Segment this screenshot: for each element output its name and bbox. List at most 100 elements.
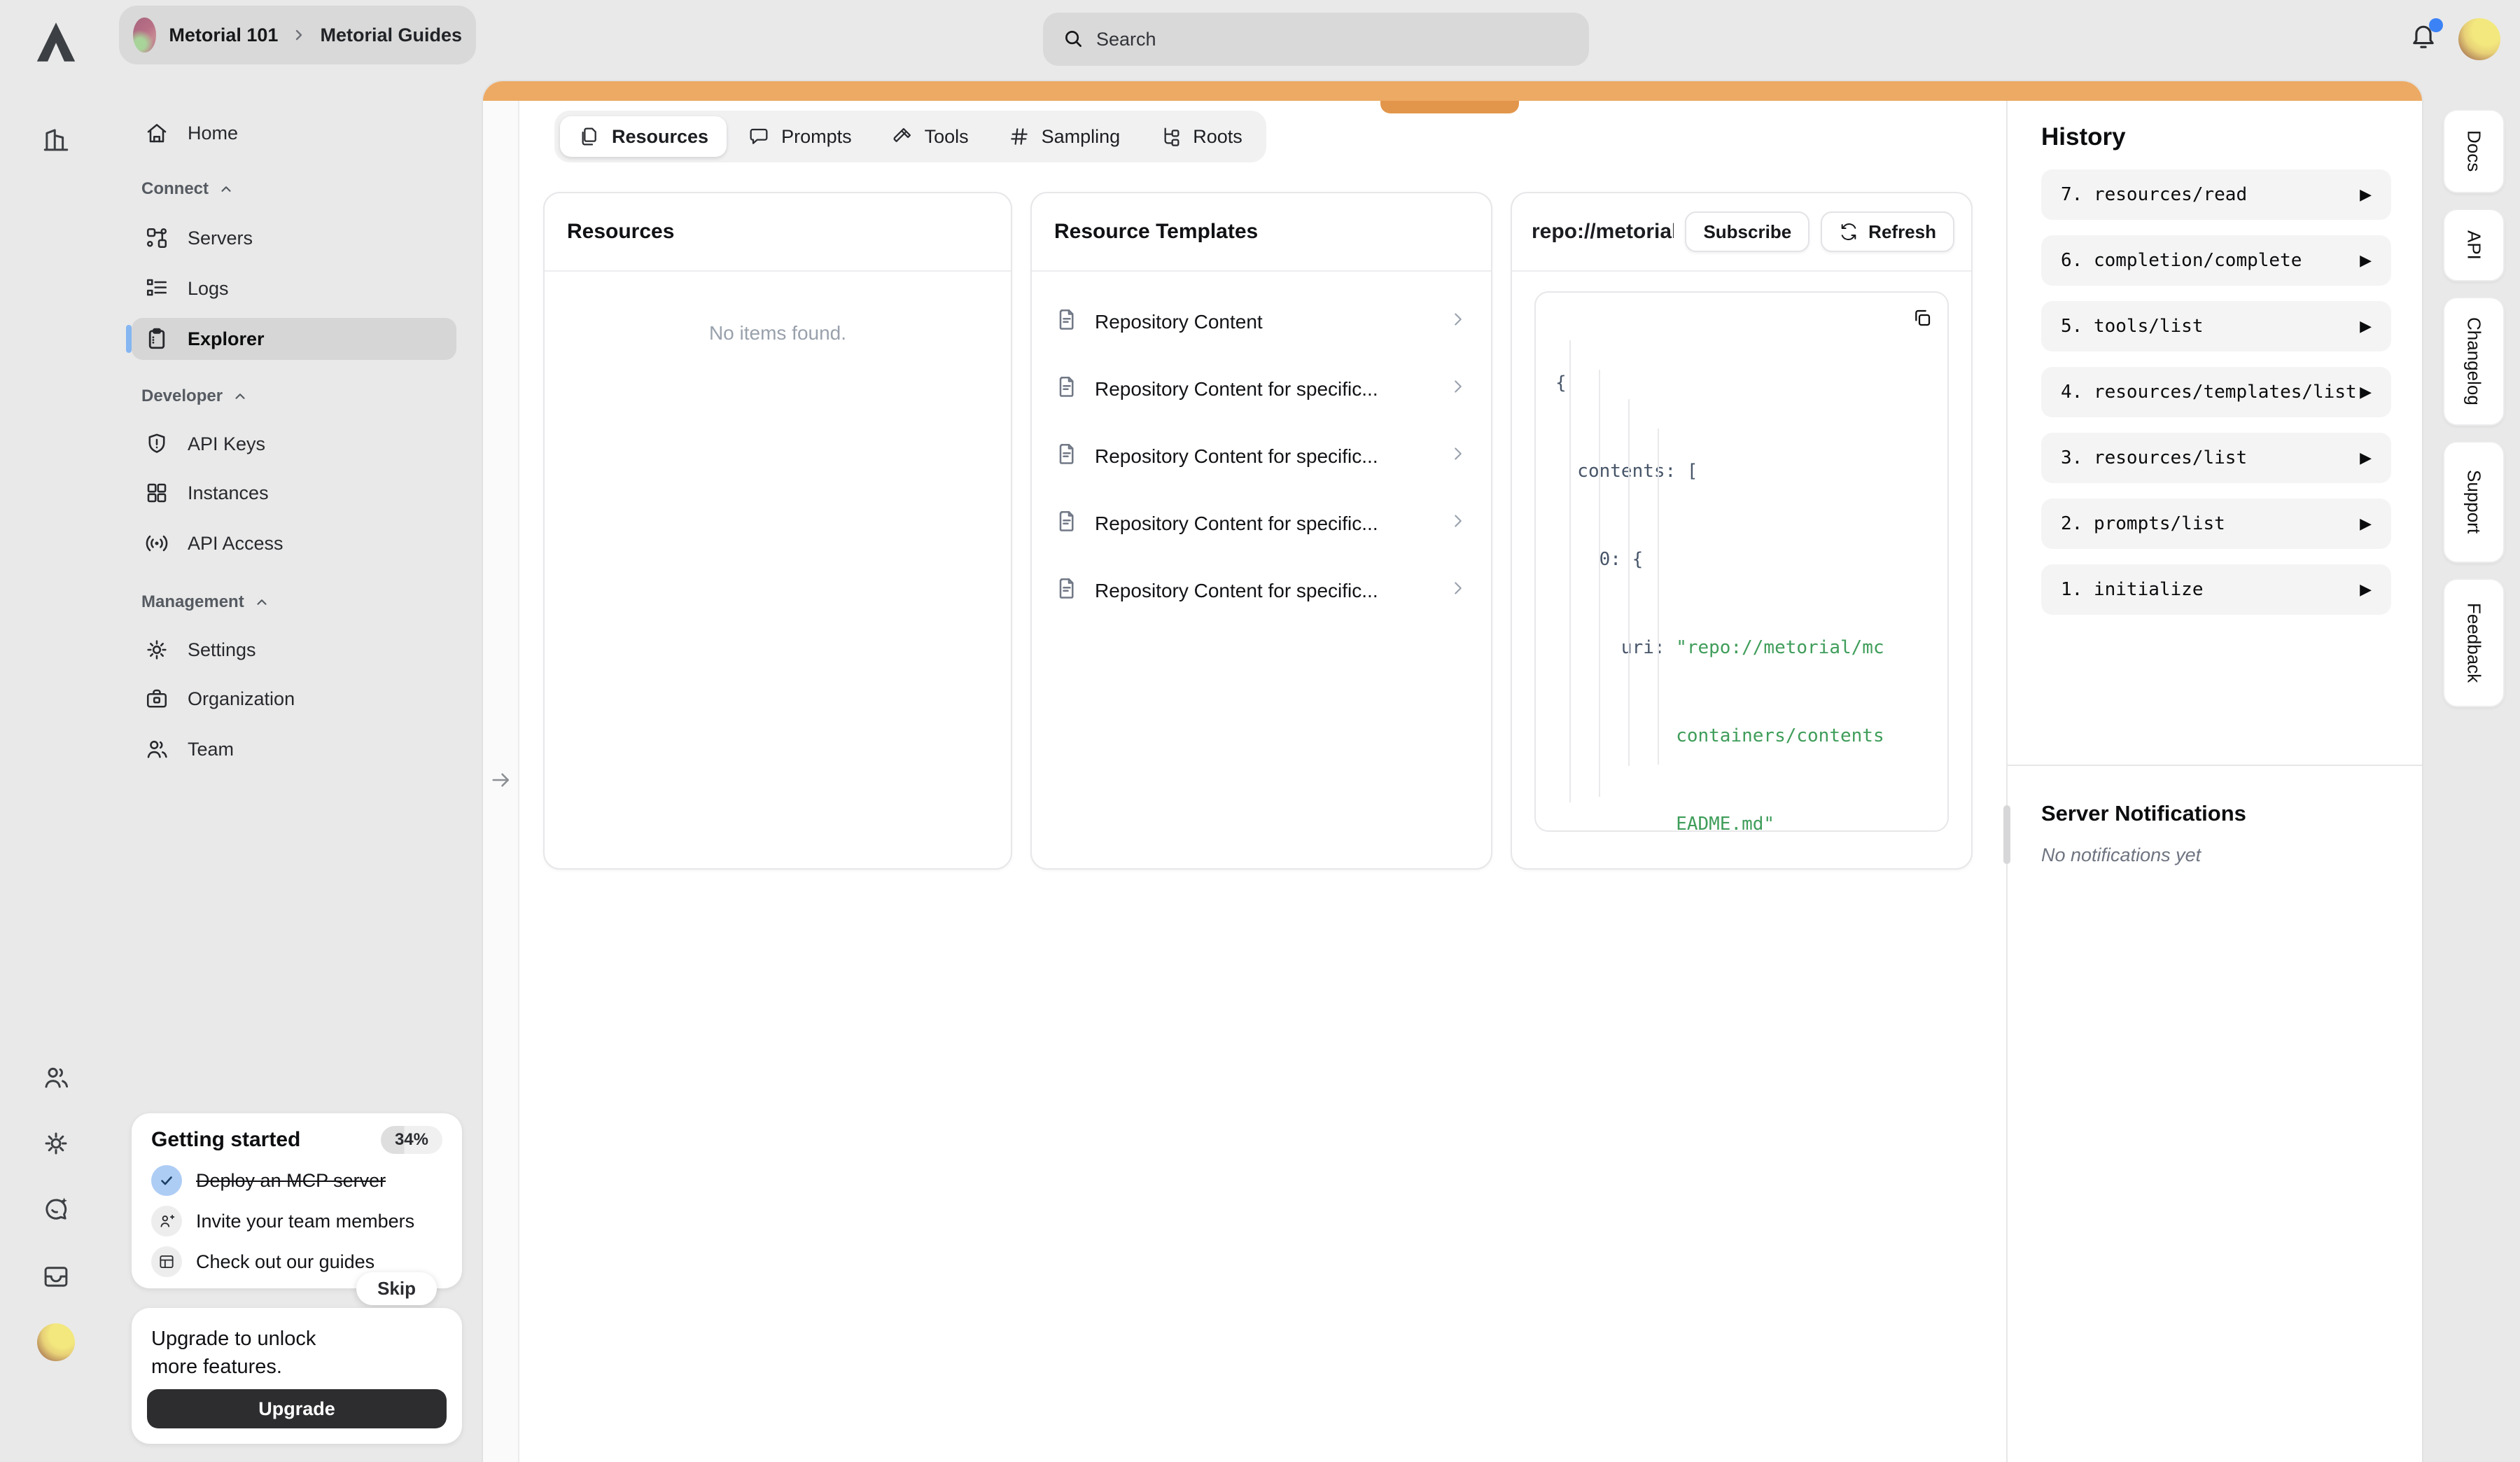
expand-sidebar-icon[interactable]	[489, 767, 514, 793]
template-row[interactable]: Repository Content for specific...	[1037, 560, 1485, 622]
play-icon[interactable]: ▶	[2360, 450, 2372, 467]
subscribe-button[interactable]: Subscribe	[1685, 211, 1809, 252]
avatar[interactable]	[0, 1323, 112, 1361]
search-input[interactable]	[1096, 13, 1572, 66]
organization-icon[interactable]	[0, 125, 112, 154]
sidebar-section-developer[interactable]: Developer	[141, 387, 248, 406]
app: Metorial 101 Metorial Guides Home Connec…	[0, 0, 2520, 1462]
chevron-up-icon	[218, 181, 234, 197]
feedback-chat-icon[interactable]	[0, 1195, 112, 1224]
history-item[interactable]: 7. resources/read▶	[2041, 169, 2391, 220]
sidebar-item-api-keys[interactable]: API Keys	[132, 423, 456, 465]
sidebar-section-management[interactable]: Management	[141, 592, 270, 612]
resource-templates-panel: Resource Templates Repository Content Re…	[1030, 192, 1492, 870]
sidebar-item-instances[interactable]: Instances	[132, 472, 456, 514]
users-icon[interactable]	[0, 1063, 112, 1092]
sidebar-item-explorer[interactable]: Explorer	[132, 318, 456, 360]
inbox-icon[interactable]	[0, 1262, 112, 1291]
play-icon[interactable]: ▶	[2360, 581, 2372, 599]
sidebar-item-settings[interactable]: Settings	[132, 629, 456, 671]
upgrade-card: Upgrade to unlock more features. Upgrade	[132, 1308, 462, 1444]
tab-tools[interactable]: Tools	[873, 116, 987, 157]
dock-tab-api[interactable]: API	[2443, 209, 2505, 281]
history-item[interactable]: 3. resources/list▶	[2041, 433, 2391, 483]
dock-tab-docs[interactable]: Docs	[2443, 109, 2505, 193]
copy-icon[interactable]	[1911, 307, 1933, 335]
metorial-logo-icon[interactable]	[0, 18, 112, 66]
sidebar-item-home[interactable]: Home	[132, 112, 456, 154]
file-icon	[1054, 441, 1079, 472]
servers-icon	[144, 225, 169, 251]
play-icon[interactable]: ▶	[2360, 515, 2372, 533]
play-icon[interactable]: ▶	[2360, 384, 2372, 401]
play-icon[interactable]: ▶	[2360, 252, 2372, 270]
tree-icon	[1159, 125, 1182, 148]
task-invite-team[interactable]: Invite your team members	[151, 1206, 442, 1237]
check-icon	[151, 1165, 182, 1196]
sidebar-item-servers[interactable]: Servers	[132, 217, 456, 259]
resource-detail-panel: repo://metorial/ Subscribe Refresh	[1511, 192, 1973, 870]
chevron-right-icon	[1448, 510, 1469, 537]
breadcrumb-page[interactable]: Metorial Guides	[320, 25, 462, 46]
file-icon	[1054, 508, 1079, 539]
skip-button[interactable]: Skip	[356, 1272, 437, 1305]
resources-empty-state: No items found.	[545, 272, 1011, 344]
tab-prompts[interactable]: Prompts	[729, 116, 870, 157]
history-item[interactable]: 4. resources/templates/list▶	[2041, 367, 2391, 417]
history-item[interactable]: 6. completion/complete▶	[2041, 235, 2391, 286]
resources-panel: Resources No items found.	[543, 192, 1012, 870]
template-row[interactable]: Repository Content for specific...	[1037, 358, 1485, 420]
resource-uri-title: repo://metorial/	[1532, 220, 1674, 244]
notifications-bell-icon[interactable]	[2408, 21, 2442, 55]
upgrade-text-line2: more features.	[151, 1353, 442, 1381]
upgrade-button[interactable]: Upgrade	[147, 1389, 447, 1428]
chevron-up-icon	[254, 594, 270, 610]
files-icon	[578, 125, 601, 148]
history-item[interactable]: 5. tools/list▶	[2041, 301, 2391, 351]
hammer-icon	[891, 125, 913, 148]
chevron-right-icon	[1448, 376, 1469, 403]
dock-tab-support[interactable]: Support	[2443, 441, 2505, 563]
sidebar-section-connect[interactable]: Connect	[141, 179, 234, 199]
icon-rail	[0, 0, 112, 1462]
refresh-button[interactable]: Refresh	[1821, 211, 1954, 252]
hash-icon	[1008, 125, 1030, 148]
search-bar	[1043, 13, 1589, 66]
sidebar-item-api-access[interactable]: API Access	[132, 522, 456, 564]
home-icon	[144, 120, 169, 146]
task-deploy-server[interactable]: Deploy an MCP server	[151, 1165, 442, 1196]
history-item[interactable]: 2. prompts/list▶	[2041, 499, 2391, 549]
play-icon[interactable]: ▶	[2360, 318, 2372, 335]
resource-json-viewer: { contents: [ 0: { uri: "repo://metorial…	[1534, 291, 1949, 832]
notifications-empty-state: No notifications yet	[2041, 844, 2388, 866]
collapse-strip	[483, 101, 519, 1462]
breadcrumb-workspace[interactable]: Metorial 101	[169, 25, 278, 46]
sidebar-item-organization[interactable]: Organization	[132, 678, 456, 720]
user-plus-icon	[151, 1206, 182, 1237]
breadcrumb[interactable]: Metorial 101 Metorial Guides	[119, 6, 476, 64]
explorer-clipboard-icon	[144, 326, 169, 351]
json-code: { contents: [ 0: { uri: "repo://metorial…	[1555, 309, 1947, 832]
sidebar-item-logs[interactable]: Logs	[132, 267, 456, 309]
sidebar-item-team[interactable]: Team	[132, 728, 456, 770]
dock-tab-changelog[interactable]: Changelog	[2443, 297, 2505, 426]
settings-gear-icon[interactable]	[0, 1129, 112, 1158]
accent-bar	[483, 81, 2422, 101]
file-icon	[1054, 307, 1079, 337]
user-avatar[interactable]	[2458, 18, 2500, 60]
template-row[interactable]: Repository Content for specific...	[1037, 493, 1485, 555]
template-row[interactable]: Repository Content for specific...	[1037, 426, 1485, 487]
dock-tab-feedback[interactable]: Feedback	[2443, 578, 2505, 707]
tab-roots[interactable]: Roots	[1141, 116, 1261, 157]
template-row[interactable]: Repository Content	[1037, 291, 1485, 353]
chevron-right-icon	[1448, 309, 1469, 335]
tab-sampling[interactable]: Sampling	[990, 116, 1139, 157]
message-icon	[748, 125, 770, 148]
explorer-tabs: Resources Prompts Tools Sampling Roots	[554, 111, 1266, 162]
tab-resources[interactable]: Resources	[560, 116, 727, 157]
team-icon	[144, 737, 169, 762]
upgrade-text-line1: Upgrade to unlock	[151, 1325, 442, 1353]
history-item[interactable]: 1. initialize▶	[2041, 564, 2391, 615]
play-icon[interactable]: ▶	[2360, 186, 2372, 204]
file-icon	[1054, 374, 1079, 405]
